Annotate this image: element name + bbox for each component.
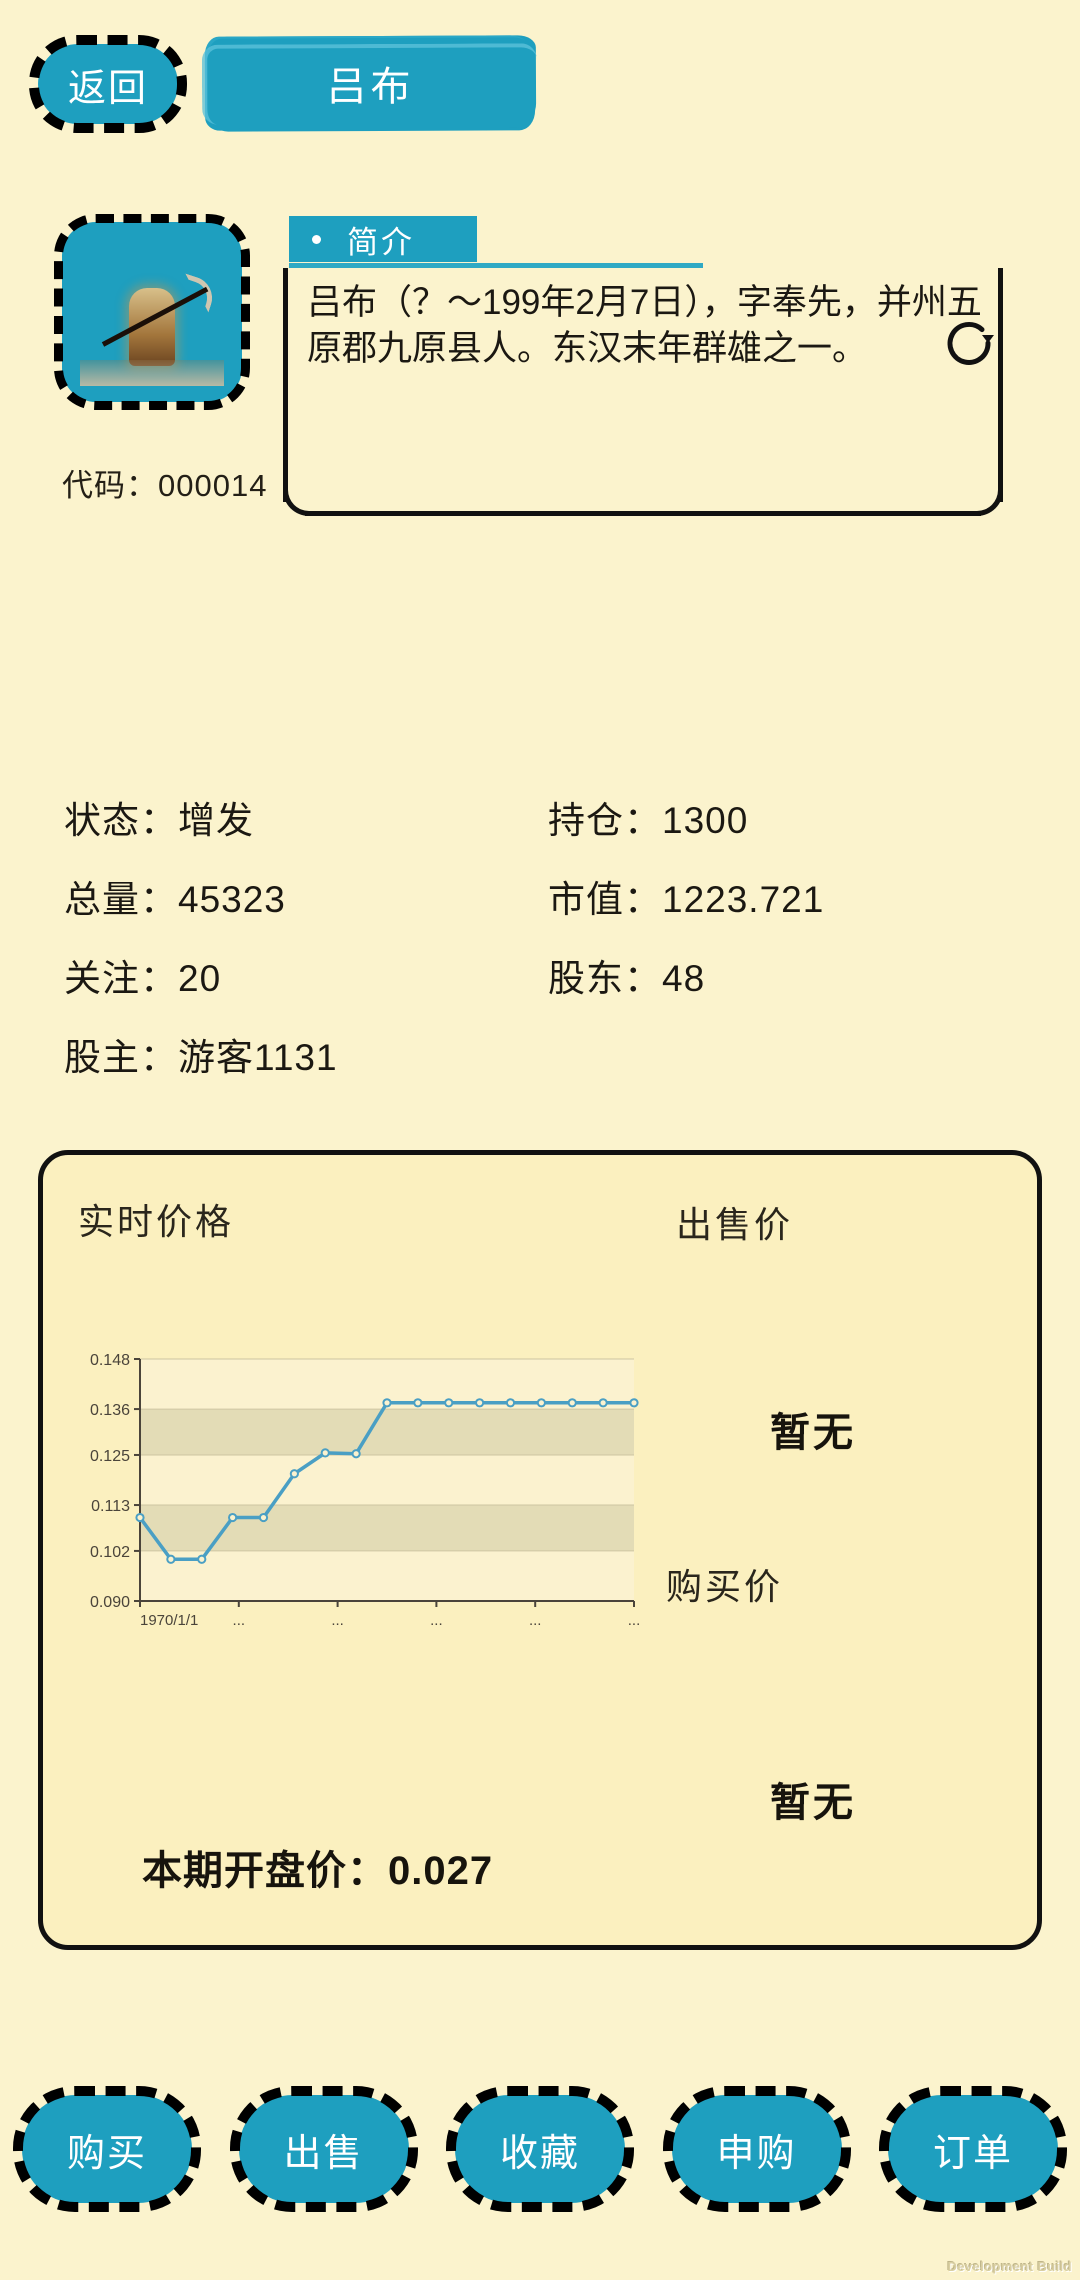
- chart-y-tick-label: 0.113: [91, 1498, 130, 1515]
- subscribe-button[interactable]: 申购: [662, 2086, 851, 2212]
- chart-data-point: [536, 1398, 546, 1408]
- price-line-chart: 0.090 0.102 0.113 0.125 0.136 0.148 1970/1/1..…: [62, 1345, 642, 1645]
- tab-intro[interactable]: 简介: [289, 216, 477, 262]
- page-title-banner: 吕布: [207, 37, 534, 129]
- stat-follow: 关注：20: [64, 948, 221, 1002]
- stat-state-value: 增发: [178, 800, 254, 841]
- chart-data-point: [289, 1469, 299, 1479]
- chart-data-point: [320, 1448, 330, 1458]
- orders-button-label: 订单: [932, 2132, 1013, 2175]
- orders-button[interactable]: 订单: [879, 2086, 1067, 2212]
- buy-price-value: 暂无: [770, 1781, 856, 1825]
- chart-data-point: [475, 1398, 485, 1408]
- chart-x-tick-label: ...: [331, 1612, 344, 1629]
- stat-total-key: 总量：: [64, 879, 178, 920]
- chart-data-point: [228, 1512, 238, 1523]
- stat-owner-key: 股主：: [64, 1037, 178, 1078]
- favorite-button[interactable]: 收藏: [446, 2086, 634, 2212]
- back-button[interactable]: 返回: [29, 35, 187, 133]
- chart-data-point: [382, 1398, 392, 1408]
- chart-y-tick-label: 0.090: [90, 1594, 130, 1611]
- intro-box-left-edge: [283, 268, 288, 502]
- intro-box-right-edge: [998, 268, 1003, 502]
- stat-market-value: 市值：1223.721: [548, 869, 824, 923]
- intro-box: 吕布（？～199年2月7日），字奉先，并州五原郡九原县人。东汉末年群雄之一。: [283, 268, 1003, 516]
- stat-total-value: 45323: [178, 879, 286, 920]
- buy-button[interactable]: 购买: [13, 2086, 201, 2212]
- stat-holders-value: 48: [662, 958, 706, 999]
- open-price-label: 本期开盘价：0.027: [142, 1849, 494, 1893]
- stat-follow-value: 20: [178, 958, 222, 999]
- development-build-watermark: Development Build: [947, 2259, 1072, 2274]
- buy-price-label: 购买价: [666, 1566, 784, 1607]
- buy-button-label: 购买: [66, 2132, 147, 2175]
- stock-code: 代码：000014: [62, 468, 268, 503]
- chart-data-point: [598, 1398, 608, 1408]
- chart-data-point: [413, 1398, 423, 1408]
- chart-x-tick-label: 1970/1/1: [140, 1612, 198, 1629]
- intro-box-bottom-left-corner: [283, 486, 313, 516]
- stat-market-value-key: 市值：: [548, 879, 662, 920]
- page-title: 吕布: [326, 65, 415, 109]
- sell-price-label: 出售价: [676, 1204, 794, 1245]
- chart-data-point: [351, 1449, 361, 1459]
- chart-y-tick-label: 0.136: [90, 1402, 130, 1419]
- chart-x-tick-label: ...: [529, 1612, 542, 1629]
- subscribe-button-label: 申购: [716, 2132, 797, 2175]
- stat-total: 总量：45323: [64, 869, 286, 923]
- bullet-icon: [312, 234, 321, 244]
- chart-data-point: [258, 1512, 269, 1523]
- intro-box-bottom-right-corner: [973, 486, 1003, 516]
- chart-y-tick-label: 0.148: [90, 1352, 130, 1369]
- chart-data-point: [444, 1398, 454, 1408]
- character-stock-detail-screen: 返回 吕布 代码：000014 简介 吕布（？～199年2月7日），字奉先，并州…: [0, 0, 1080, 2280]
- chart-y-tick-label: 0.125: [90, 1448, 130, 1465]
- intro-text: 吕布（？～199年2月7日），字奉先，并州五原郡九原县人。东汉末年群雄之一。: [307, 283, 982, 369]
- back-button-label: 返回: [67, 67, 148, 110]
- stat-market-value-value: 1223.721: [662, 879, 825, 920]
- chart-band: [140, 1409, 634, 1455]
- bottom-action-bar: 购买 出售 收藏 申购 订单: [0, 2086, 1080, 2225]
- realtime-price-label: 实时价格: [78, 1201, 235, 1242]
- portrait-card[interactable]: [54, 214, 250, 410]
- stat-follow-key: 关注：: [64, 958, 178, 999]
- stat-holding-key: 持仓：: [548, 800, 662, 841]
- chart-data-point: [567, 1398, 577, 1408]
- sell-button-label: 出售: [283, 2132, 364, 2175]
- chart-data-point: [505, 1398, 516, 1408]
- portrait-ground: [80, 360, 224, 386]
- tab-intro-label: 简介: [347, 224, 415, 260]
- chart-plot-background: [140, 1359, 634, 1601]
- chart-x-tick-label: ...: [628, 1612, 641, 1629]
- favorite-button-label: 收藏: [499, 2132, 580, 2175]
- sell-price-value: 暂无: [770, 1411, 856, 1455]
- intro-box-bottom-edge: [305, 511, 981, 516]
- character-portrait-image: [80, 238, 224, 386]
- stat-state: 状态：增发: [64, 790, 254, 844]
- stat-state-key: 状态：: [64, 800, 178, 841]
- stat-owner-value: 游客1131: [178, 1037, 338, 1078]
- chart-data-point: [166, 1554, 176, 1564]
- stat-holders: 股东：48: [548, 948, 705, 1002]
- chart-y-tick-label: 0.102: [90, 1544, 130, 1561]
- stat-holders-key: 股东：: [548, 958, 662, 999]
- chart-x-tick-label: ...: [430, 1612, 443, 1629]
- stat-owner: 股主：游客1131: [64, 1027, 338, 1081]
- stat-holding-value: 1300: [662, 800, 749, 841]
- sell-button[interactable]: 出售: [229, 2086, 418, 2212]
- chart-data-point: [135, 1512, 145, 1523]
- stat-holding: 持仓：1300: [548, 790, 748, 844]
- chart-data-point: [629, 1398, 639, 1408]
- chart-data-point: [197, 1554, 207, 1564]
- chart-x-tick-label: ...: [233, 1612, 246, 1629]
